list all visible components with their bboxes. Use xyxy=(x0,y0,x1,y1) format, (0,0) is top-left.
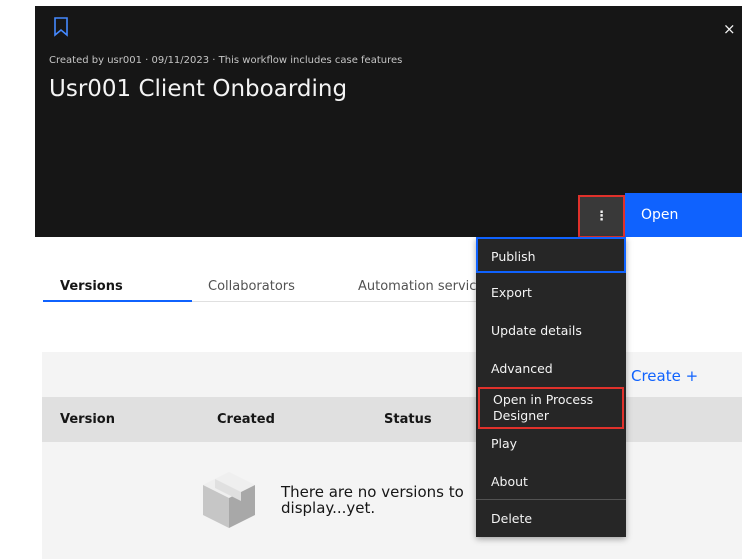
tab-collaborators-divider xyxy=(192,301,342,302)
open-button[interactable]: Open xyxy=(625,193,742,237)
menu-item-export[interactable]: Export xyxy=(476,285,626,300)
menu-item-advanced[interactable]: Advanced xyxy=(476,361,626,376)
empty-state-text: There are no versions to display...yet. xyxy=(281,483,464,517)
overflow-menu-button[interactable]: ⋮ xyxy=(578,195,625,238)
menu-divider xyxy=(476,499,626,500)
menu-item-delete[interactable]: Delete xyxy=(476,511,626,526)
tab-automation-divider xyxy=(342,301,476,302)
close-icon[interactable]: × xyxy=(723,22,736,37)
bookmark-icon[interactable] xyxy=(53,17,69,37)
column-status[interactable]: Status xyxy=(384,412,432,427)
menu-item-update-details[interactable]: Update details xyxy=(476,323,626,338)
page-title: Usr001 Client Onboarding xyxy=(49,76,348,102)
column-version[interactable]: Version xyxy=(60,412,115,427)
tab-collaborators[interactable]: Collaborators xyxy=(208,279,295,294)
workflow-meta: Created by usr001 · 09/11/2023 · This wo… xyxy=(49,55,403,66)
menu-item-open-in-process-designer[interactable]: Open in Process Designer xyxy=(478,387,624,429)
menu-item-publish[interactable]: Publish xyxy=(476,237,626,273)
empty-box-icon xyxy=(203,472,255,528)
overflow-menu: Publish Export Update details Advanced O… xyxy=(476,237,626,537)
menu-item-about[interactable]: About xyxy=(476,474,626,489)
tab-versions-indicator xyxy=(43,300,192,302)
tab-automation-services[interactable]: Automation services xyxy=(358,279,491,294)
column-created[interactable]: Created xyxy=(217,412,275,427)
create-button[interactable]: Create + xyxy=(631,367,698,385)
tab-versions[interactable]: Versions xyxy=(60,279,123,294)
overflow-menu-icon: ⋮ xyxy=(595,209,608,224)
menu-item-play[interactable]: Play xyxy=(476,436,626,451)
